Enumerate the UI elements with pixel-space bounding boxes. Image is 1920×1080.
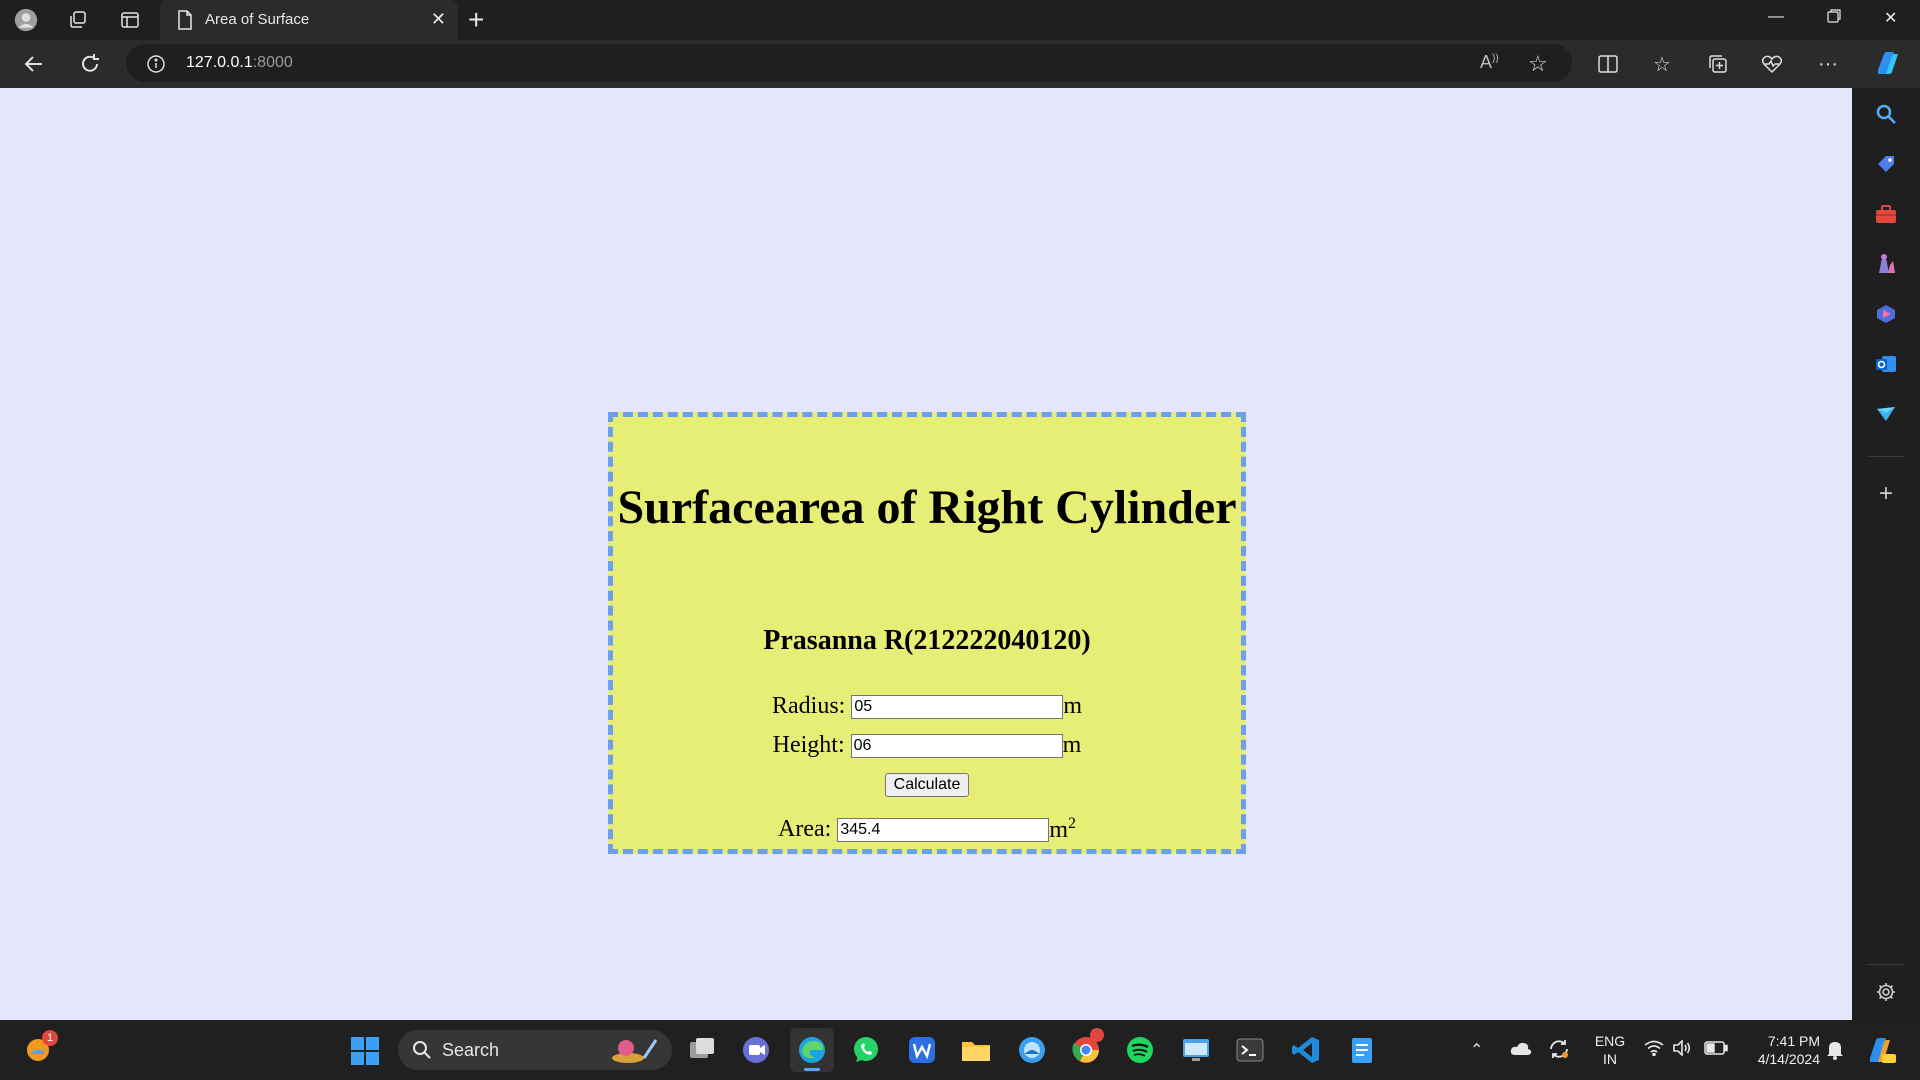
- add-app-icon[interactable]: +: [1874, 480, 1898, 507]
- site-info-icon[interactable]: [146, 54, 166, 79]
- whatsapp-icon[interactable]: [850, 1034, 882, 1066]
- height-row: Height: m: [613, 732, 1241, 759]
- sidebar-divider: [1868, 456, 1904, 457]
- spotify-icon[interactable]: [1124, 1034, 1156, 1066]
- taskbar-search[interactable]: Search: [398, 1030, 672, 1070]
- language-code: ENG: [1594, 1033, 1626, 1049]
- writer-app-icon[interactable]: [906, 1034, 938, 1066]
- chrome-icon[interactable]: [1070, 1028, 1104, 1066]
- shopping-tag-icon[interactable]: [1874, 152, 1898, 176]
- area-unit-base: m: [1049, 817, 1068, 843]
- drop-send-icon[interactable]: [1874, 402, 1898, 426]
- sync-update-icon[interactable]: [1548, 1038, 1570, 1065]
- browser-title-bar: Area of Surface ✕ + — ✕: [0, 0, 1920, 40]
- height-input[interactable]: [850, 733, 1063, 758]
- area-unit-exponent: 2: [1067, 815, 1076, 832]
- height-unit: m: [1062, 732, 1082, 758]
- weather-widget-icon[interactable]: 1: [24, 1030, 58, 1066]
- weather-badge: 1: [42, 1030, 58, 1046]
- clock-time: 7:41 PM: [1767, 1033, 1820, 1049]
- vscode-icon[interactable]: [1290, 1034, 1322, 1066]
- more-options-icon[interactable]: ···: [1816, 52, 1840, 76]
- tab-actions-icon[interactable]: [118, 8, 142, 32]
- clock[interactable]: 7:41 PM 4/14/2024: [1740, 1032, 1820, 1068]
- start-windows-icon[interactable]: [350, 1036, 380, 1066]
- restore-icon[interactable]: [1826, 8, 1842, 29]
- radius-row: Radius: m: [613, 693, 1241, 720]
- area-output[interactable]: [837, 817, 1050, 842]
- favorites-icon[interactable]: ☆: [1650, 52, 1674, 76]
- clock-date: 4/14/2024: [1757, 1051, 1820, 1067]
- area-unit: m2: [1049, 815, 1076, 844]
- teams-meet-icon[interactable]: [740, 1034, 772, 1066]
- windows-taskbar: 1 Search ⌃ ENG IN 7:41 PM 4/14/2024: [0, 1020, 1920, 1080]
- read-aloud-icon[interactable]: A)): [1480, 52, 1499, 73]
- page-icon: [176, 10, 194, 35]
- language-region: IN: [1603, 1051, 1617, 1067]
- radius-input[interactable]: [851, 694, 1064, 719]
- search-icon[interactable]: [1874, 102, 1898, 126]
- notifications-bell-icon[interactable]: [1826, 1040, 1844, 1065]
- address-bar[interactable]: 127.0.0.1:8000 A)) ☆: [126, 44, 1572, 82]
- profile-icon[interactable]: [14, 8, 38, 32]
- url-text: 127.0.0.1:8000: [186, 54, 293, 72]
- calculator-card: Surfacearea of Right Cylinder Prasanna R…: [608, 412, 1246, 854]
- close-window-icon[interactable]: ✕: [1884, 8, 1897, 28]
- browser-toolbar: 127.0.0.1:8000 A)) ☆ ☆ ···: [0, 40, 1920, 88]
- minimize-icon[interactable]: —: [1768, 8, 1784, 26]
- radius-unit: m: [1063, 693, 1082, 719]
- microsoft-365-icon[interactable]: [1874, 302, 1898, 326]
- games-icon[interactable]: [1874, 252, 1898, 276]
- edge-browser-icon[interactable]: [790, 1028, 834, 1072]
- tab-area-of-surface[interactable]: Area of Surface ✕: [160, 0, 458, 40]
- tab-title: Area of Surface: [205, 11, 310, 28]
- new-tab-icon[interactable]: +: [468, 6, 484, 34]
- task-view-icon[interactable]: [686, 1034, 718, 1066]
- chrome-profile-badge: [1090, 1028, 1104, 1042]
- edge-sidebar: +: [1852, 88, 1920, 1020]
- wifi-icon[interactable]: [1644, 1040, 1664, 1061]
- search-label: Search: [442, 1040, 500, 1060]
- copilot-taskbar-icon[interactable]: [1864, 1034, 1896, 1071]
- sidebar-divider-bottom: [1868, 964, 1904, 965]
- remote-desktop-icon[interactable]: [1180, 1034, 1212, 1066]
- collections-icon[interactable]: [1706, 52, 1730, 76]
- search-highlight-icon: [610, 1036, 662, 1069]
- close-tab-icon[interactable]: ✕: [431, 9, 446, 29]
- file-explorer-icon[interactable]: [960, 1034, 992, 1066]
- height-label: Height:: [772, 732, 845, 758]
- copilot-icon[interactable]: [1872, 48, 1902, 78]
- tools-icon[interactable]: [1874, 202, 1898, 226]
- area-row: Area: m2: [613, 815, 1241, 844]
- notepad-icon[interactable]: [1346, 1034, 1378, 1066]
- radius-label: Radius:: [771, 693, 846, 719]
- photos-app-icon[interactable]: [1016, 1034, 1048, 1066]
- page-viewport: Surfacearea of Right Cylinder Prasanna R…: [0, 88, 1852, 1020]
- terminal-icon[interactable]: [1234, 1034, 1266, 1066]
- battery-icon[interactable]: [1704, 1041, 1728, 1060]
- url-port: :8000: [252, 54, 293, 71]
- onedrive-cloud-icon[interactable]: [1510, 1040, 1532, 1061]
- split-screen-icon[interactable]: [1596, 52, 1620, 76]
- search-icon: [412, 1040, 432, 1065]
- page-title: Surfacearea of Right Cylinder: [617, 481, 1237, 534]
- back-arrow-icon[interactable]: [22, 52, 46, 76]
- settings-gear-icon[interactable]: [1874, 980, 1898, 1004]
- calculate-row: Calculate: [613, 773, 1241, 797]
- refresh-icon[interactable]: [78, 52, 102, 76]
- browser-essentials-icon[interactable]: [1760, 52, 1784, 76]
- url-host: 127.0.0.1: [186, 54, 253, 71]
- author-subtitle: Prasanna R(212222040120): [763, 625, 1091, 656]
- workspaces-icon[interactable]: [66, 8, 90, 32]
- language-indicator[interactable]: ENG IN: [1590, 1032, 1630, 1068]
- volume-speaker-icon[interactable]: [1672, 1039, 1692, 1061]
- area-label: Area:: [778, 816, 832, 842]
- favorite-star-icon[interactable]: ☆: [1528, 51, 1548, 77]
- outlook-icon[interactable]: [1874, 352, 1898, 376]
- calculate-button[interactable]: Calculate: [884, 773, 970, 797]
- show-hidden-icons-chevron-icon[interactable]: ⌃: [1470, 1040, 1483, 1060]
- active-indicator: [804, 1068, 820, 1071]
